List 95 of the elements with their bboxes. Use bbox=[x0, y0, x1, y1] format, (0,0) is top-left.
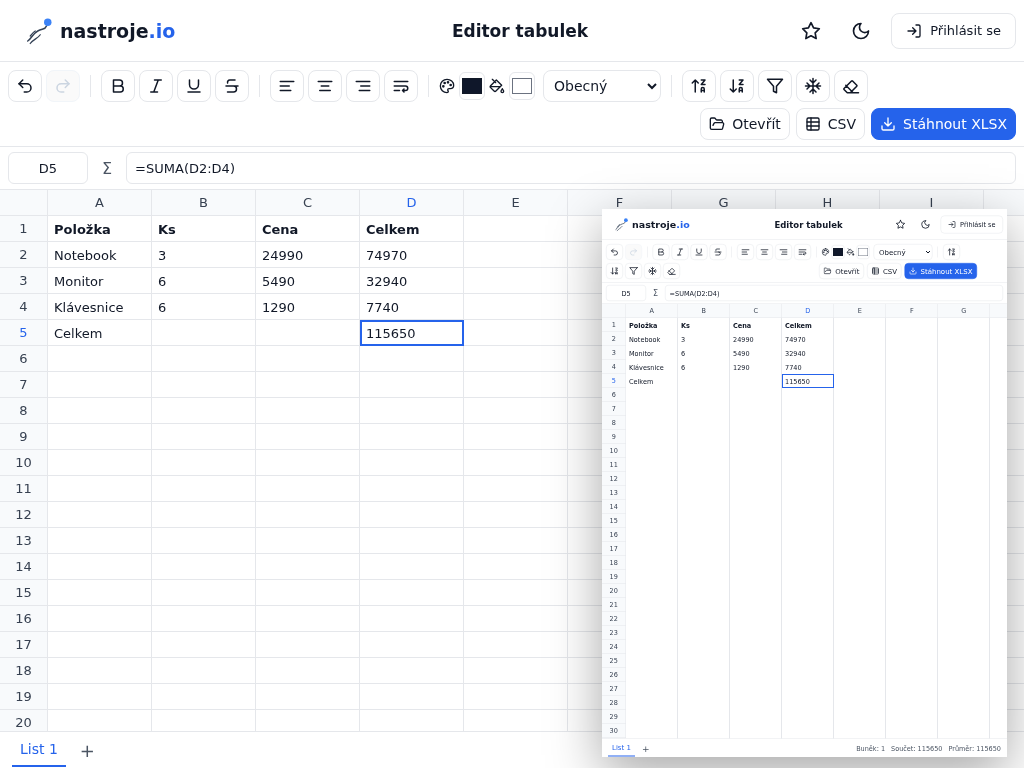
page-title: Editor tabulek bbox=[773, 219, 844, 230]
right-button[interactable] bbox=[346, 70, 380, 102]
row-header[interactable]: 19 bbox=[0, 684, 48, 710]
row-header[interactable]: 16 bbox=[0, 606, 48, 632]
italic-icon bbox=[147, 77, 165, 95]
underline-button[interactable] bbox=[690, 244, 708, 260]
table-cell: 115650 bbox=[360, 320, 464, 346]
table-cell-text: Notebook bbox=[53, 246, 118, 265]
text-color-button[interactable] bbox=[831, 245, 845, 259]
logo-text[interactable]: nastroje.io bbox=[632, 218, 690, 230]
fill-color-button[interactable] bbox=[509, 72, 535, 100]
table-cell-text: 7740 bbox=[365, 298, 401, 317]
redo-icon bbox=[54, 77, 72, 95]
row-header[interactable]: 10 bbox=[0, 450, 48, 476]
page-title: Editor tabulek bbox=[450, 20, 590, 41]
strikethrough-icon bbox=[223, 77, 241, 95]
filter-button[interactable] bbox=[758, 70, 792, 102]
sheet-tab[interactable]: List 1 bbox=[12, 733, 66, 767]
undo-button[interactable] bbox=[8, 70, 42, 102]
table-cell-text: 74970 bbox=[365, 246, 409, 265]
login-button[interactable]: Přihlásit se bbox=[891, 12, 1016, 49]
table-cell-text: Položka bbox=[53, 220, 112, 239]
table-cell-text: Celkem bbox=[365, 220, 421, 239]
freeze-button[interactable] bbox=[644, 263, 661, 279]
sum-symbol[interactable]: Σ bbox=[96, 158, 119, 178]
table-cell-text: Celkem bbox=[53, 324, 104, 343]
row-header[interactable]: 5 bbox=[0, 320, 48, 346]
download-button[interactable]: Stáhnout XLSX bbox=[871, 108, 1016, 140]
row-header[interactable]: 7 bbox=[0, 372, 48, 398]
star-icon bbox=[801, 20, 822, 41]
filter-icon bbox=[766, 77, 784, 95]
column-header[interactable]: B bbox=[152, 190, 256, 216]
clear-button[interactable] bbox=[834, 70, 868, 102]
eraser-icon bbox=[842, 77, 860, 95]
column-header[interactable]: D bbox=[360, 190, 464, 216]
strike-button[interactable] bbox=[215, 70, 249, 102]
table-icon bbox=[804, 116, 821, 132]
row-header[interactable]: 14 bbox=[0, 554, 48, 580]
italic-button[interactable] bbox=[139, 70, 173, 102]
column-header[interactable]: E bbox=[464, 190, 568, 216]
bold-button[interactable] bbox=[101, 70, 135, 102]
italic-button[interactable] bbox=[671, 244, 689, 260]
sort-descending-icon bbox=[728, 77, 746, 95]
undo-icon bbox=[16, 77, 34, 95]
table-cell-text: 3 bbox=[157, 246, 168, 265]
table-cell-text: 32940 bbox=[365, 272, 409, 291]
row-header[interactable]: 8 bbox=[0, 398, 48, 424]
open-button[interactable]: Otevřít bbox=[700, 108, 790, 140]
row-header[interactable]: 12 bbox=[0, 502, 48, 528]
row-header[interactable]: 2 bbox=[0, 242, 48, 268]
row-header[interactable]: 17 bbox=[0, 632, 48, 658]
add-sheet-button[interactable]: + bbox=[639, 742, 652, 754]
row-header[interactable]: 3 bbox=[0, 268, 48, 294]
row-header[interactable]: 1 bbox=[0, 216, 48, 242]
column-header[interactable]: C bbox=[256, 190, 360, 216]
row-header[interactable]: 11 bbox=[0, 476, 48, 502]
center-button[interactable] bbox=[308, 70, 342, 102]
row-header[interactable]: 15 bbox=[0, 580, 48, 606]
underline-button[interactable] bbox=[177, 70, 211, 102]
wrap-button[interactable] bbox=[384, 70, 418, 102]
logo-text[interactable]: nastroje.io bbox=[60, 19, 176, 42]
table-cell-text: Ks bbox=[157, 220, 177, 239]
sum-symbol[interactable]: Σ bbox=[650, 288, 662, 298]
table-cell-text: Cena bbox=[261, 220, 300, 239]
table-cell-text: 24990 bbox=[261, 246, 305, 265]
table-cell-text: Monitor bbox=[53, 272, 105, 291]
row-header[interactable]: 6 bbox=[0, 346, 48, 372]
snowflake-icon bbox=[804, 77, 822, 95]
freeze-button[interactable] bbox=[796, 70, 830, 102]
number-format-select[interactable]: Obecný bbox=[543, 70, 661, 102]
row-header[interactable]: 18 bbox=[0, 658, 48, 684]
table-cell-text: 6 bbox=[157, 298, 168, 317]
moon-icon bbox=[851, 20, 872, 41]
sort-ascending-icon bbox=[690, 77, 708, 95]
formula-field[interactable]: =SUMA(D2:D4) bbox=[126, 152, 1016, 184]
csv-button[interactable]: CSV bbox=[795, 108, 866, 140]
cell-reference-field[interactable]: D5 bbox=[8, 152, 88, 184]
download-icon bbox=[880, 116, 897, 132]
row-header[interactable]: 9 bbox=[0, 424, 48, 450]
add-sheet-button[interactable]: + bbox=[75, 739, 99, 761]
row-header[interactable]: 13 bbox=[0, 528, 48, 554]
sign-in-icon bbox=[906, 22, 923, 39]
left-button[interactable] bbox=[270, 70, 304, 102]
column-header[interactable]: A bbox=[48, 190, 152, 216]
table-cell-text: 1290 bbox=[261, 298, 297, 317]
folder-icon bbox=[709, 116, 726, 132]
table-cell-text: 5490 bbox=[261, 272, 297, 291]
row-header[interactable]: 4 bbox=[0, 294, 48, 320]
underline-icon bbox=[185, 77, 203, 95]
fill-color-button[interactable] bbox=[856, 245, 870, 259]
paint-bucket-icon bbox=[489, 78, 505, 94]
text-color-button[interactable] bbox=[459, 72, 485, 100]
table-cell-text: 6 bbox=[157, 272, 168, 291]
palette-icon bbox=[439, 78, 455, 94]
table-cell-text: Klávesnice bbox=[53, 298, 125, 317]
